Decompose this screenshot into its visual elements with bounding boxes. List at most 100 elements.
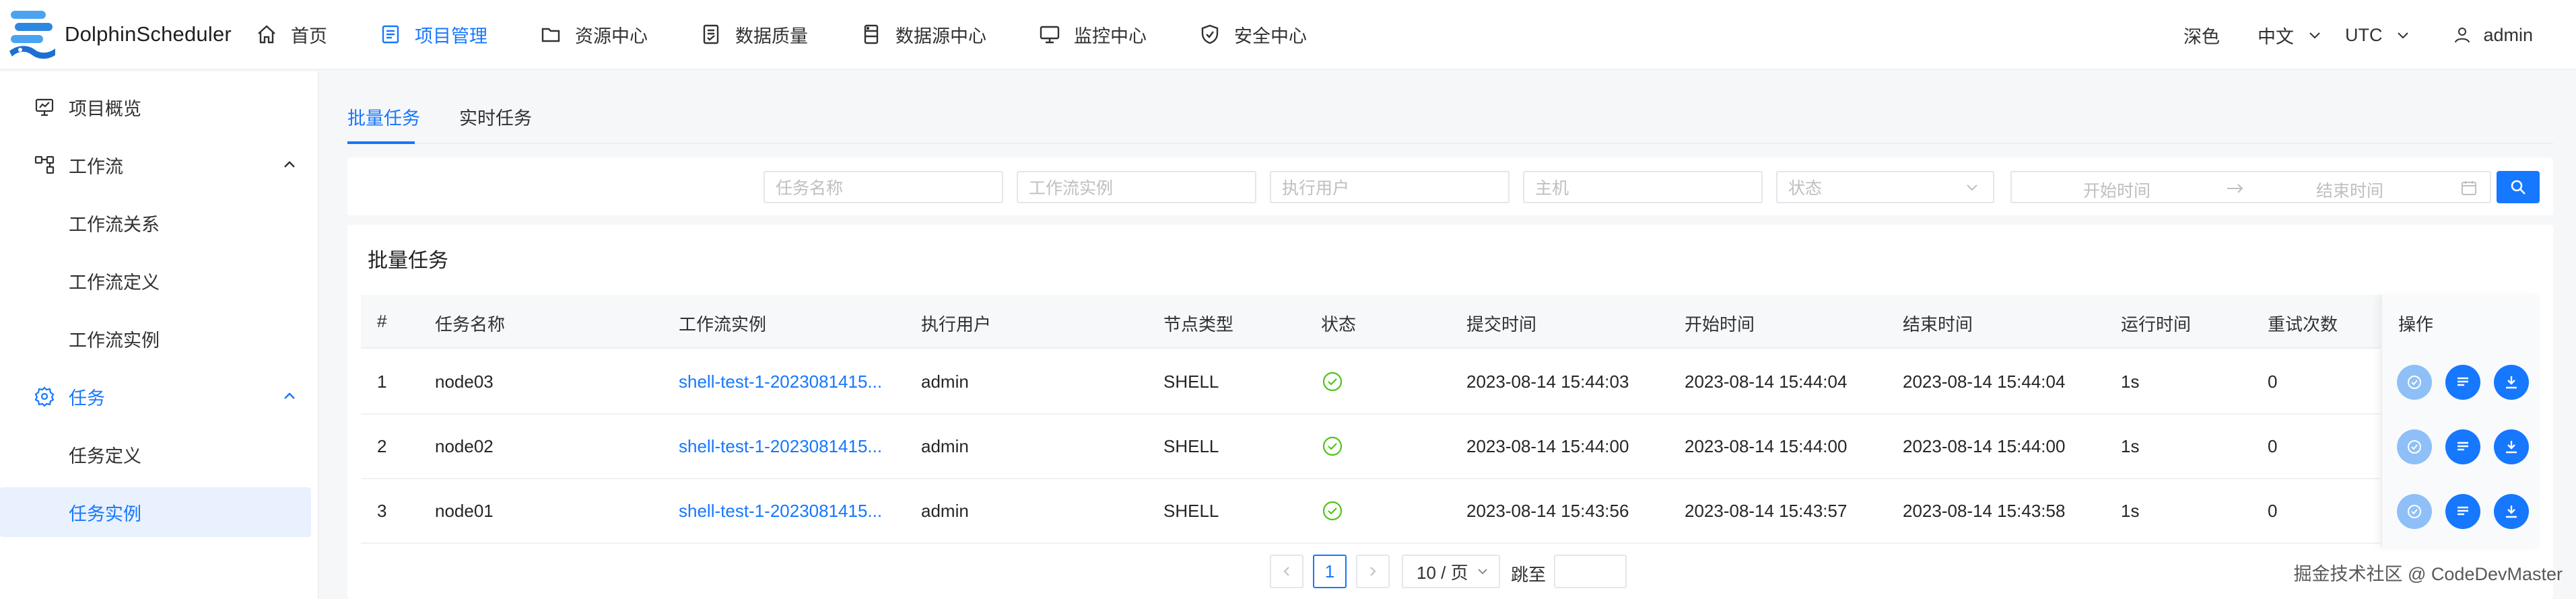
sidebar-item-overview[interactable]: 项目概览 [0, 82, 311, 132]
th-state: 状态 [1321, 314, 1357, 334]
nav-datasource[interactable]: 数据源中心 [860, 0, 986, 69]
download-log-button[interactable] [2494, 494, 2529, 529]
state-select-placeholder: 状态 [1788, 179, 1823, 198]
sidebar-item-label: 任务实例 [69, 503, 141, 524]
cell-workflow-instance-link[interactable]: shell-test-1-2023081415... [679, 501, 882, 522]
page-1-button[interactable]: 1 [1313, 555, 1347, 588]
nav-resource-label: 资源中心 [575, 26, 648, 46]
host-input[interactable]: 主机 [1523, 171, 1763, 203]
cell-retry: 0 [2268, 501, 2278, 521]
arrow-right-icon [2227, 184, 2243, 193]
user-menu[interactable]: admin [2453, 25, 2533, 46]
prev-page-button[interactable] [1270, 555, 1303, 588]
shield-icon [1201, 24, 1219, 44]
cell-index: 1 [377, 372, 387, 392]
tab-batch-task[interactable]: 批量任务 [347, 104, 420, 130]
search-button[interactable] [2497, 171, 2540, 203]
cell-node-type: SHELL [1163, 372, 1219, 392]
sidebar-item-task-definition[interactable]: 任务定义 [0, 429, 311, 479]
cell-retry: 0 [2268, 436, 2278, 456]
force-success-button[interactable] [2397, 365, 2432, 400]
sidebar-item-label: 任务 [69, 388, 105, 409]
nav-monitor[interactable]: 监控中心 [1039, 0, 1147, 69]
nav-monitor-label: 监控中心 [1074, 26, 1147, 46]
state-select[interactable]: 状态 [1776, 171, 1994, 203]
th-executor: 执行用户 [921, 314, 992, 334]
workflow-instance-input[interactable]: 工作流实例 [1017, 171, 1256, 203]
log-lines-icon [2458, 377, 2468, 386]
time-range-picker[interactable]: 开始时间 结束时间 [2010, 171, 2491, 203]
success-check-icon [1322, 501, 1343, 521]
app-logo[interactable]: DolphinScheduler [5, 7, 256, 62]
nav-home-label: 首页 [291, 26, 327, 46]
nav-datasource-label: 数据源中心 [895, 26, 986, 46]
cell-workflow-instance-link[interactable]: shell-test-1-2023081415... [679, 436, 882, 457]
view-log-button[interactable] [2445, 365, 2480, 400]
th-index: # [377, 311, 387, 331]
cell-executor: admin [921, 372, 969, 392]
chevron-up-icon [284, 161, 295, 168]
sidebar: 项目概览工作流工作流关系工作流定义工作流实例任务任务定义任务实例 [0, 71, 319, 599]
force-success-button[interactable] [2397, 494, 2432, 529]
quality-doc-icon [703, 24, 719, 44]
workflow-icon [34, 155, 55, 174]
sidebar-item-workflow-instance[interactable]: 工作流实例 [0, 314, 311, 363]
jump-to-page-input[interactable] [1554, 555, 1627, 588]
check-circle-icon [2408, 440, 2421, 454]
chevron-down-icon [2309, 32, 2320, 39]
view-log-button[interactable] [2445, 429, 2480, 464]
datasource-icon [864, 24, 879, 44]
theme-toggle[interactable]: 深色 [2183, 22, 2220, 48]
view-log-button[interactable] [2445, 494, 2480, 529]
active-tab-indicator [347, 141, 415, 144]
home-icon [258, 25, 275, 44]
cell-node-type: SHELL [1163, 436, 1219, 456]
folder-icon [541, 28, 560, 42]
tab-stream-task[interactable]: 实时任务 [459, 104, 532, 130]
cell-start-time: 2023-08-14 15:44:04 [1685, 372, 1848, 392]
calendar-icon [2462, 181, 2476, 195]
cell-duration: 1s [2121, 372, 2140, 392]
executor-input[interactable]: 执行用户 [1270, 171, 1510, 203]
nav-data-quality[interactable]: 数据质量 [700, 0, 808, 69]
force-success-button[interactable] [2397, 429, 2432, 464]
table-header: # 任务名称 工作流实例 执行用户 节点类型 状态 提交时间 开始时间 结束时间… [361, 295, 2540, 349]
timezone-select[interactable]: UTC [2345, 25, 2411, 46]
nav-home[interactable]: 首页 [256, 0, 327, 69]
project-list-icon [382, 25, 399, 44]
chevron-up-icon [284, 392, 295, 399]
next-page-button[interactable] [1356, 555, 1390, 588]
download-log-button[interactable] [2494, 365, 2529, 400]
cell-end-time: 2023-08-14 15:43:58 [1903, 501, 2066, 521]
cell-index: 3 [377, 501, 387, 521]
sidebar-item-workflow-definition[interactable]: 工作流定义 [0, 256, 311, 306]
sidebar-item-workflow-relation[interactable]: 工作流关系 [0, 198, 311, 248]
download-icon [2506, 505, 2517, 518]
sidebar-item-label: 项目概览 [69, 98, 141, 119]
sidebar-item-workflow[interactable]: 工作流 [0, 140, 311, 190]
nav-security[interactable]: 安全中心 [1199, 0, 1307, 69]
check-circle-icon [2408, 505, 2421, 518]
monitor-icon [1040, 26, 1060, 44]
sidebar-item-task[interactable]: 任务 [0, 372, 311, 421]
download-icon [2506, 441, 2517, 454]
task-name-input[interactable]: 任务名称 [764, 171, 1003, 203]
nav-project[interactable]: 项目管理 [380, 0, 487, 69]
nav-security-label: 安全中心 [1234, 26, 1307, 46]
cell-retry: 0 [2268, 372, 2278, 392]
gear-icon [34, 386, 55, 407]
sidebar-item-label: 工作流关系 [69, 214, 160, 235]
sidebar-item-label: 任务定义 [69, 446, 141, 466]
download-log-button[interactable] [2494, 429, 2529, 464]
cell-index: 2 [377, 436, 387, 456]
language-select[interactable]: 中文 [2258, 22, 2322, 48]
filter-bar: 任务名称 工作流实例 执行用户 主机 状态 开始时间 结束时间 [347, 157, 2553, 215]
page-size-select[interactable]: 10 / 页 [1402, 555, 1500, 588]
nav-resource[interactable]: 资源中心 [540, 0, 648, 69]
th-start-time: 开始时间 [1685, 314, 1755, 334]
timezone-value: UTC [2344, 24, 2383, 45]
top-navbar: DolphinScheduler 首页 项目管理 资源中心 数据质量 数据源中心… [0, 0, 2576, 70]
dolphin-logo-icon [9, 11, 55, 59]
sidebar-item-task-instance[interactable]: 任务实例 [0, 487, 311, 537]
cell-workflow-instance-link[interactable]: shell-test-1-2023081415... [679, 372, 882, 392]
